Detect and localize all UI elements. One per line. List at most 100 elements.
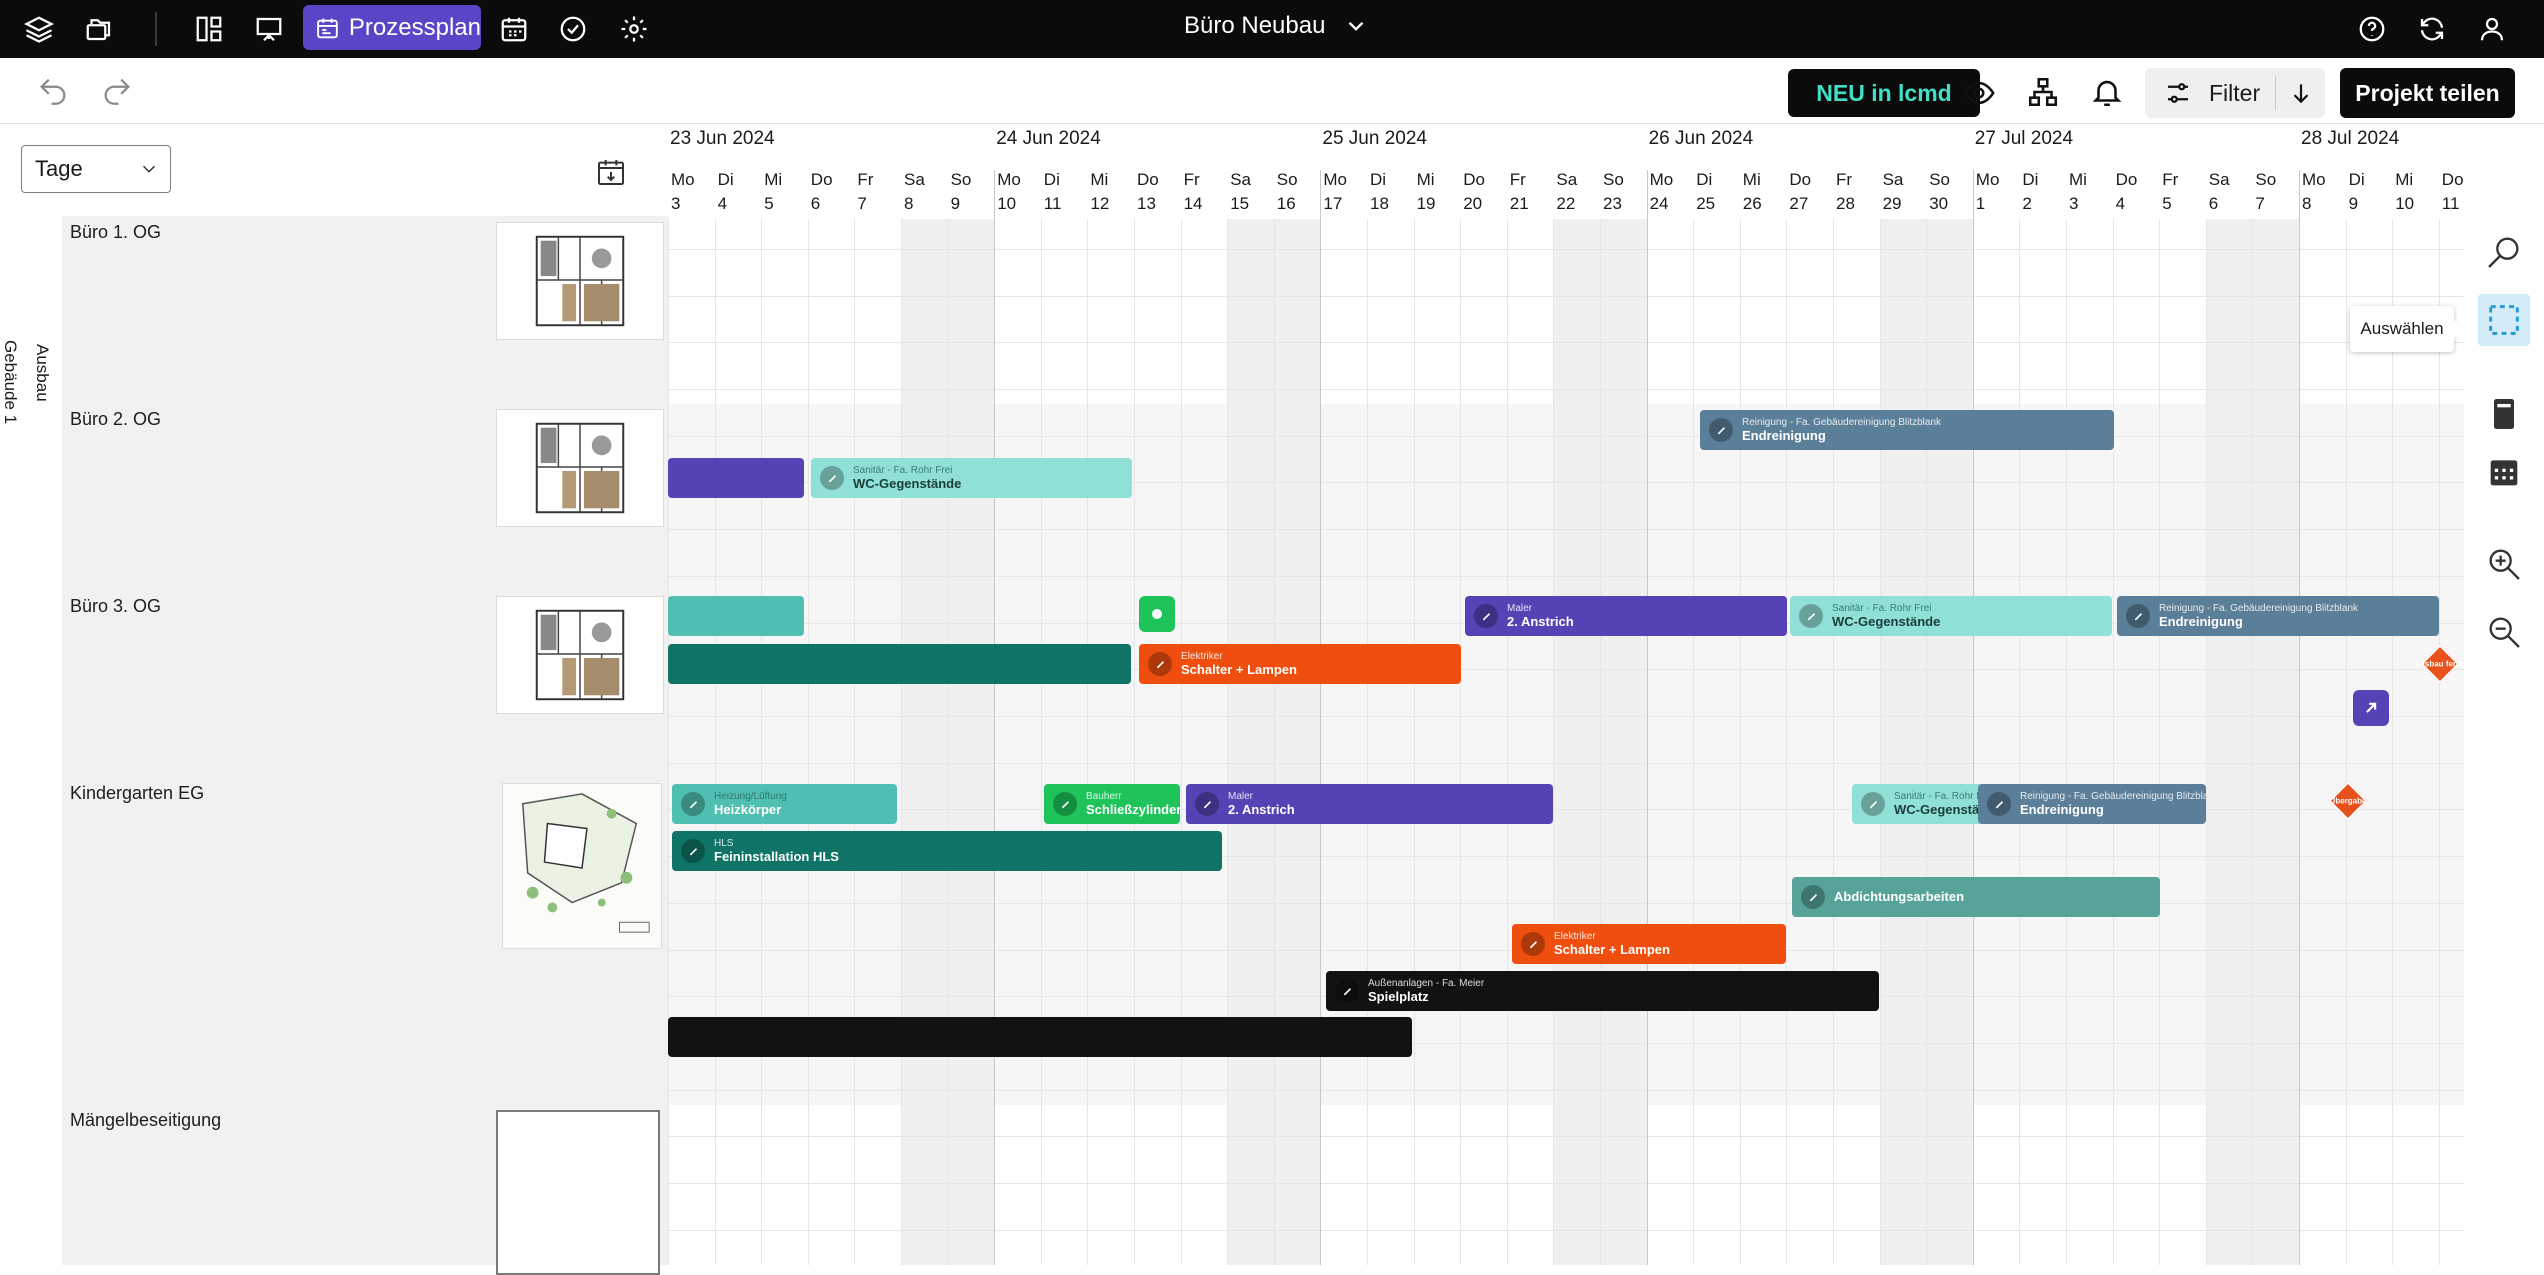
grid-line-vertical bbox=[1040, 219, 1042, 1265]
magnifier-icon bbox=[2488, 237, 2519, 268]
milestone-label: Übergabe bbox=[2329, 796, 2367, 806]
share-project-button[interactable]: Projekt teilen bbox=[2340, 68, 2515, 118]
trade-icon bbox=[1801, 885, 1825, 909]
task-bar[interactable]: Abdichtungsarbeiten bbox=[1792, 877, 2160, 917]
day-name: Mo bbox=[2302, 170, 2326, 189]
day-number: 8 bbox=[904, 194, 914, 213]
user-icon[interactable] bbox=[2471, 8, 2513, 50]
calendar-plan-icon bbox=[317, 18, 338, 38]
grid-line-vertical bbox=[1367, 219, 1368, 1265]
layers-logo-icon[interactable] bbox=[18, 8, 60, 50]
calendar-tool[interactable] bbox=[2478, 446, 2530, 498]
empty-plan-thumbnail[interactable] bbox=[496, 1110, 660, 1275]
milestone-square[interactable] bbox=[1139, 596, 1175, 632]
row-label-buero-2-og[interactable]: Büro 2. OG bbox=[70, 409, 161, 430]
check-circle-icon[interactable] bbox=[552, 8, 594, 50]
task-bar[interactable]: Elektriker Schalter + Lampen bbox=[1139, 644, 1461, 684]
group-phase[interactable]: Ausbau bbox=[30, 216, 62, 1265]
site-plan-thumbnail[interactable] bbox=[502, 783, 662, 949]
zoom-in-icon bbox=[2489, 549, 2520, 580]
task-bar[interactable] bbox=[668, 644, 1131, 684]
settings-gear-icon[interactable] bbox=[613, 8, 655, 50]
day-number: 29 bbox=[1882, 194, 1902, 213]
floorplan-thumbnail[interactable] bbox=[496, 409, 664, 527]
presentation-icon[interactable] bbox=[248, 8, 290, 50]
eye-icon[interactable] bbox=[1962, 76, 1996, 110]
floorplan-thumbnail[interactable] bbox=[496, 222, 664, 340]
task-bar[interactable]: Bauherr Schließzylinder bbox=[1044, 784, 1180, 824]
day-number: 4 bbox=[2115, 194, 2126, 213]
folders-icon[interactable] bbox=[78, 8, 120, 50]
task-trade: HLS bbox=[714, 837, 734, 849]
help-icon[interactable] bbox=[2351, 8, 2393, 50]
task-text: Maler 2. Anstrich bbox=[1507, 603, 1574, 630]
calendar-icon[interactable] bbox=[493, 8, 535, 50]
zoom-in-tool[interactable] bbox=[2478, 538, 2530, 590]
task-name: Schalter + Lampen bbox=[1181, 661, 1297, 677]
grid-line-vertical bbox=[807, 219, 809, 1265]
task-bar[interactable]: Maler 2. Anstrich bbox=[1186, 784, 1553, 824]
select-tool-tooltip: Auswählen bbox=[2350, 306, 2463, 352]
zoom-out-tool[interactable] bbox=[2478, 606, 2530, 658]
grid-line-vertical bbox=[2112, 219, 2114, 1265]
group-building[interactable]: Gebäude 1 bbox=[0, 216, 30, 1265]
tab-prozessplan[interactable]: Prozessplan bbox=[303, 5, 481, 50]
task-text: Elektriker Schalter + Lampen bbox=[1181, 651, 1297, 678]
tab-prozessplan-label: Prozessplan bbox=[348, 13, 481, 41]
dashboard-icon[interactable] bbox=[188, 8, 230, 50]
day-number: 3 bbox=[2069, 194, 2079, 213]
project-selector[interactable]: Büro Neubau bbox=[1184, 12, 1369, 40]
row-label-maengelbeseitigung[interactable]: Mängelbeseitigung bbox=[70, 1110, 221, 1131]
task-bar[interactable] bbox=[668, 458, 804, 498]
sync-icon[interactable] bbox=[2411, 8, 2453, 50]
grid-line-vertical bbox=[1180, 219, 1182, 1265]
week-label: 27 Jul 2024 bbox=[1974, 128, 2074, 149]
grid-line-vertical bbox=[1833, 219, 1834, 1265]
day-name: Di bbox=[717, 170, 734, 189]
task-bar[interactable]: Reinigung - Fa. Gebäudereinigung Blitzbl… bbox=[1978, 784, 2206, 824]
day-number: 22 bbox=[1556, 194, 1576, 213]
day-name: So bbox=[1603, 170, 1624, 189]
filter-button[interactable]: Filter bbox=[2145, 78, 2275, 108]
task-bar[interactable]: Reinigung - Fa. Gebäudereinigung Blitzbl… bbox=[1700, 410, 2114, 450]
hierarchy-icon[interactable] bbox=[2026, 75, 2060, 109]
task-name: WC-Gegenstände bbox=[853, 475, 962, 491]
grid-line-vertical bbox=[1600, 219, 1601, 1265]
library-tool[interactable] bbox=[2478, 388, 2530, 440]
task-bar[interactable]: Heizung/Lüftung Heizkörper bbox=[672, 784, 897, 824]
row-label-buero-1-og[interactable]: Büro 1. OG bbox=[70, 222, 161, 243]
zoom-level-select[interactable]: Tage bbox=[21, 145, 171, 193]
task-bar[interactable] bbox=[668, 596, 804, 636]
task-bar[interactable]: Elektriker Schalter + Lampen bbox=[1512, 924, 1786, 964]
grid-line-vertical bbox=[668, 219, 669, 1265]
milestone-square[interactable] bbox=[2353, 690, 2389, 726]
select-tool[interactable] bbox=[2478, 294, 2530, 346]
task-bar[interactable]: HLS Feininstallation HLS bbox=[672, 831, 1222, 871]
bell-icon[interactable] bbox=[2090, 75, 2124, 109]
grid-line-vertical bbox=[1739, 219, 1741, 1265]
row-label-kindergarten-eg[interactable]: Kindergarten EG bbox=[70, 783, 204, 804]
jump-to-today-icon[interactable] bbox=[595, 156, 627, 188]
search-tool[interactable] bbox=[2478, 226, 2530, 278]
grid-line-vertical bbox=[1460, 219, 1462, 1265]
task-bar[interactable]: Sanitär - Fa. Rohr Frei WC-Gegenstände bbox=[811, 458, 1132, 498]
redo-icon[interactable] bbox=[100, 74, 134, 108]
day-number: 10 bbox=[997, 194, 1017, 213]
task-bar[interactable]: Sanitär - Fa. Rohr Frei WC-Gegenstände bbox=[1790, 596, 2112, 636]
neu-in-lcmd-button[interactable]: NEU in lcmd bbox=[1788, 69, 1980, 117]
floorplan-thumbnail[interactable] bbox=[496, 596, 664, 714]
day-number: 24 bbox=[1649, 194, 1669, 213]
task-bar[interactable]: Reinigung - Fa. Gebäudereinigung Blitzbl… bbox=[2117, 596, 2439, 636]
task-text: Abdichtungsarbeiten bbox=[1834, 889, 1964, 905]
task-name: 2. Anstrich bbox=[1228, 801, 1295, 817]
day-name: Sa bbox=[1230, 170, 1251, 189]
row-label-buero-3-og[interactable]: Büro 3. OG bbox=[70, 596, 161, 617]
undo-icon[interactable] bbox=[36, 74, 70, 108]
task-bar[interactable] bbox=[668, 1017, 1412, 1057]
week-label: 26 Jun 2024 bbox=[1648, 128, 1754, 149]
task-bar[interactable]: Maler 2. Anstrich bbox=[1465, 596, 1787, 636]
filter-sort-button[interactable] bbox=[2276, 80, 2325, 106]
task-text: Reinigung - Fa. Gebäudereinigung Blitzbl… bbox=[1742, 417, 1941, 444]
day-name: Mi bbox=[764, 170, 783, 189]
task-bar[interactable]: Außenanlagen - Fa. Meier Spielplatz bbox=[1326, 971, 1879, 1011]
